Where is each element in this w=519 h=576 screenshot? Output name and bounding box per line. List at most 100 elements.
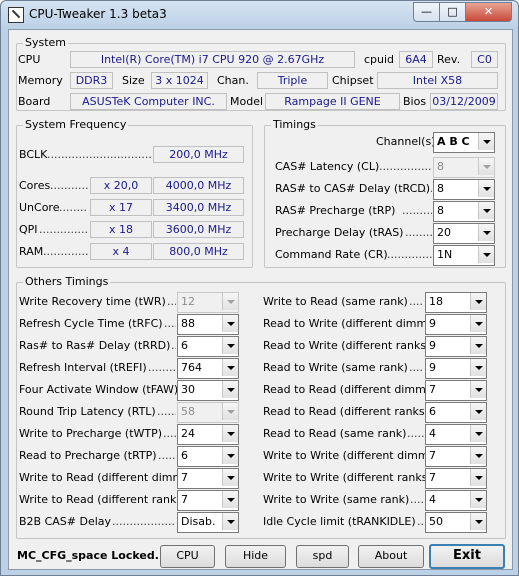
others-timings-legend: Others Timings: [23, 275, 111, 288]
cas-latency-label: CAS# Latency (CL): [275, 160, 380, 173]
board-label: Board: [18, 95, 51, 108]
others-left-value-8: 7: [181, 471, 188, 484]
chipset-value: Intel X58: [377, 72, 498, 89]
others-right-label-5: Read to Read (different ranks): [263, 405, 429, 418]
others-right-label-6: Read to Read (same rank): [263, 427, 407, 440]
others-left-value-7: 6: [181, 449, 188, 462]
others-right-dropdown-10[interactable]: 50: [425, 512, 487, 533]
size-value: 3 x 1024: [151, 72, 208, 89]
bclk-label: BCLK: [19, 148, 48, 161]
client-area: System CPU Intel(R) Core(TM) i7 CPU 920 …: [8, 29, 513, 570]
chevron-down-icon: [478, 202, 494, 219]
trcd-dropdown[interactable]: 8: [433, 179, 495, 200]
system-frequency-legend: System Frequency: [23, 118, 129, 131]
command-rate-dropdown[interactable]: 1N: [433, 245, 495, 266]
others-left-label-8: Write to Read (different dimms): [19, 471, 194, 484]
others-left-value-2: 6: [181, 339, 188, 352]
others-left-dropdown-0[interactable]: 12: [177, 292, 239, 313]
others-left-value-9: 7: [181, 493, 188, 506]
command-rate-value: 1N: [437, 248, 453, 261]
system-group: System CPU Intel(R) Core(TM) i7 CPU 920 …: [16, 36, 506, 111]
others-left-dropdown-7[interactable]: 6: [177, 446, 239, 467]
others-right-dropdown-8[interactable]: 7: [425, 468, 487, 489]
chevron-down-icon: [470, 359, 486, 376]
others-right-label-1: Read to Write (different dimms): [263, 317, 438, 330]
others-right-value-3: 9: [429, 361, 436, 374]
cpu-button[interactable]: CPU: [160, 545, 215, 568]
exit-button[interactable]: Exit: [429, 544, 505, 569]
others-right-dropdown-7[interactable]: 7: [425, 446, 487, 467]
others-right-value-0: 18: [429, 295, 443, 308]
ram-label: RAM: [19, 245, 44, 258]
chevron-down-icon: [470, 491, 486, 508]
model-label: Model: [230, 95, 264, 108]
maximize-button[interactable]: □: [439, 2, 466, 22]
chevron-down-icon: [470, 513, 486, 530]
others-right-dropdown-6[interactable]: 4: [425, 424, 487, 445]
others-left-label-0: Write Recovery time (tWR): [19, 295, 166, 308]
minimize-button[interactable]: —: [413, 2, 440, 22]
others-left-dropdown-3[interactable]: 764: [177, 358, 239, 379]
others-left-label-6: Write to Precharge (tWTP): [19, 427, 163, 440]
others-right-label-9: Write to Write (same rank): [263, 493, 410, 506]
others-right-label-2: Read to Write (different ranks): [263, 339, 431, 352]
chevron-down-icon: [470, 337, 486, 354]
others-left-label-5: Round Trip Latency (RTL): [19, 405, 156, 418]
others-right-value-7: 7: [429, 449, 436, 462]
others-right-label-8: Write to Write (different ranks): [263, 471, 432, 484]
close-button[interactable]: ✕: [465, 2, 512, 22]
others-left-dropdown-10[interactable]: Disab.: [177, 512, 239, 533]
others-left-dropdown-4[interactable]: 30: [177, 380, 239, 401]
app-icon: [8, 7, 24, 23]
tras-dropdown[interactable]: 20: [433, 223, 495, 244]
others-right-dropdown-4[interactable]: 7: [425, 380, 487, 401]
chevron-down-icon: [470, 381, 486, 398]
others-left-dropdown-2[interactable]: 6: [177, 336, 239, 357]
others-left-dropdown-1[interactable]: 88: [177, 314, 239, 335]
chevron-down-icon: [222, 403, 238, 420]
chevron-down-icon: [478, 224, 494, 241]
others-right-dropdown-2[interactable]: 9: [425, 336, 487, 357]
bclk-value: 200,0 MHz: [153, 146, 244, 163]
chevron-down-icon: [222, 293, 238, 310]
others-right-dropdown-9[interactable]: 4: [425, 490, 487, 511]
tras-value: 20: [437, 226, 451, 239]
channels-dropdown[interactable]: A B C: [433, 132, 495, 153]
chevron-down-icon: [470, 425, 486, 442]
chevron-down-icon: [222, 315, 238, 332]
others-timings-group: Others Timings Write Recovery time (tWR)…: [16, 275, 506, 539]
others-right-dropdown-0[interactable]: 18: [425, 292, 487, 313]
spd-button[interactable]: spd: [296, 545, 349, 568]
model-value: Rampage II GENE: [265, 93, 400, 110]
others-left-label-9: Write to Read (different ranks): [19, 493, 187, 506]
others-left-label-2: Ras# to Ras# Delay (tRRD): [19, 339, 171, 352]
window-title: CPU-Tweaker 1.3 beta3: [29, 7, 167, 21]
timings-group: Timings Channel(s) A B C CAS# Latency (C…: [264, 118, 506, 268]
chevron-down-icon: [470, 469, 486, 486]
others-left-label-7: Read to Precharge (tRTP): [19, 449, 157, 462]
trp-dropdown[interactable]: 8: [433, 201, 495, 222]
others-left-dropdown-6[interactable]: 24: [177, 424, 239, 445]
qpi-multiplier: x 18: [90, 221, 152, 238]
others-left-dropdown-5[interactable]: 58: [177, 402, 239, 423]
others-left-dropdown-8[interactable]: 7: [177, 468, 239, 489]
others-right-label-10: Idle Cycle limit (tRANKIDLE): [263, 515, 416, 528]
cas-latency-dropdown[interactable]: 8: [433, 157, 495, 178]
others-left-label-3: Refresh Interval (tREFI): [19, 361, 147, 374]
others-left-value-4: 30: [181, 383, 195, 396]
others-right-dropdown-5[interactable]: 6: [425, 402, 487, 423]
board-value: ASUSTeK Computer INC.: [70, 93, 227, 110]
system-frequency-group: System Frequency BCLK ..................…: [16, 118, 253, 268]
about-button[interactable]: About: [358, 545, 424, 568]
others-right-dropdown-1[interactable]: 9: [425, 314, 487, 335]
others-right-value-6: 4: [429, 427, 436, 440]
others-right-dropdown-3[interactable]: 9: [425, 358, 487, 379]
others-left-dropdown-9[interactable]: 7: [177, 490, 239, 511]
hide-button[interactable]: Hide: [225, 545, 286, 568]
chevron-down-icon: [478, 158, 494, 175]
rev-label: Rev.: [437, 53, 461, 66]
app-window: CPU-Tweaker 1.3 beta3 — □ ✕ System CPU I…: [0, 0, 519, 576]
trcd-value: 8: [437, 182, 444, 195]
chipset-label: Chipset: [332, 74, 374, 87]
title-bar[interactable]: CPU-Tweaker 1.3 beta3 — □ ✕: [1, 1, 518, 29]
